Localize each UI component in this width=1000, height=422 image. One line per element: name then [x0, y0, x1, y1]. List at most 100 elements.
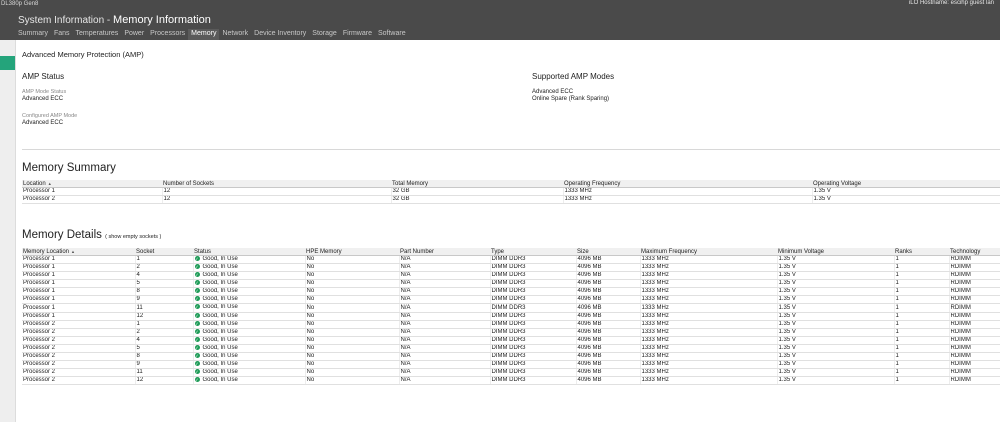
cell-value: Processor 2 — [23, 361, 56, 368]
table-cell: 1.35 V — [777, 376, 895, 386]
summary-column-header[interactable]: Location ▲ — [22, 180, 162, 188]
table-cell: Processor 1 — [22, 271, 136, 281]
table-cell: RDIMM — [949, 295, 1000, 305]
tab-network[interactable]: Network — [219, 29, 251, 40]
amp-mode-status-label: AMP Mode Status — [22, 89, 67, 95]
tab-firmware[interactable]: Firmware — [340, 29, 375, 40]
cell-value: 1333 MHz — [641, 377, 669, 384]
details-column-header[interactable]: Status — [193, 248, 305, 256]
show-empty-sockets-link[interactable]: ( show empty sockets ) — [105, 234, 161, 240]
table-cell: 1 — [894, 255, 950, 265]
cell-value: RDIMM — [950, 328, 971, 335]
table-cell: RDIMM — [949, 344, 1000, 353]
cell-value: DIMM DDR3 — [491, 377, 526, 384]
cell-value: N/A — [400, 312, 411, 319]
cell-value: 12 — [136, 377, 144, 384]
cell-value: No — [306, 369, 315, 376]
tab-device-inventory[interactable]: Device Inventory — [251, 29, 309, 40]
cell-value: 1333 MHz — [641, 344, 669, 351]
table-cell: 1333 MHz — [640, 352, 778, 362]
details-column-header[interactable]: HPE Memory — [305, 248, 399, 256]
table-row: Processor 2 4 ✓ Good, In Use No N/A DIMM DDR3 4… — [22, 336, 1000, 345]
cell-value: N/A — [400, 361, 411, 368]
tab-temperatures[interactable]: Temperatures — [73, 29, 122, 40]
cell-value: 8 — [136, 288, 140, 295]
table-cell: No — [305, 303, 400, 313]
table-cell: No — [305, 312, 400, 321]
summary-column-header[interactable]: Operating Frequency — [563, 180, 812, 188]
table-cell: Processor 2 — [22, 195, 163, 204]
cell-value: 4096 MB — [577, 361, 602, 368]
amp-section-title: Advanced Memory Protection (AMP) — [22, 50, 144, 59]
cell-value: Good, In Use — [202, 336, 238, 343]
table-cell: No — [305, 271, 400, 281]
tab-storage[interactable]: Storage — [309, 29, 340, 40]
table-cell: DIMM DDR3 — [490, 255, 577, 265]
cell-value: Processor 1 — [23, 256, 56, 263]
table-cell: DIMM DDR3 — [490, 303, 577, 313]
table-cell: Processor 2 — [22, 328, 136, 337]
cell-value: 1.35 V — [778, 280, 796, 287]
cell-value: 4096 MB — [577, 280, 602, 287]
tab-memory[interactable]: Memory — [188, 29, 220, 40]
cell-value: Good, In Use — [202, 304, 238, 311]
table-cell: 4096 MB — [576, 368, 641, 378]
table-cell: 12 — [135, 312, 194, 321]
table-cell: 1 — [894, 376, 950, 386]
details-column-header[interactable]: Size — [576, 248, 640, 256]
table-cell: 1333 MHz — [640, 271, 778, 281]
cell-value: DIMM DDR3 — [491, 312, 526, 319]
cell-value: Processor 2 — [23, 377, 56, 384]
tab-summary[interactable]: Summary — [15, 29, 51, 40]
table-cell: N/A — [399, 336, 491, 345]
tab-power[interactable]: Power — [121, 29, 147, 40]
details-column-header[interactable]: Ranks — [894, 248, 949, 256]
table-cell: 1 — [894, 328, 950, 337]
details-column-label: Type — [491, 248, 505, 255]
table-cell: No — [305, 344, 400, 353]
table-cell: 1333 MHz — [640, 336, 778, 345]
status-ok-icon: ✓ — [194, 312, 200, 318]
cell-value: 4096 MB — [577, 344, 602, 351]
cell-value: N/A — [400, 369, 411, 376]
table-cell: N/A — [399, 360, 491, 370]
cell-value: RDIMM — [950, 296, 971, 303]
sidebar-active-marker[interactable] — [0, 56, 15, 70]
cell-value: 1 — [895, 296, 899, 303]
details-column-header[interactable]: Memory Location ▲ — [22, 248, 135, 256]
details-column-header[interactable]: Maximum Frequency — [640, 248, 777, 256]
table-cell: Processor 1 — [22, 312, 136, 321]
table-cell: 1333 MHz — [640, 312, 778, 321]
tab-processors[interactable]: Processors — [147, 29, 188, 40]
summary-column-header[interactable]: Operating Voltage — [812, 180, 1000, 188]
cell-value: RDIMM — [950, 264, 971, 271]
cell-value: 5 — [136, 344, 140, 351]
tab-fans[interactable]: Fans — [51, 29, 73, 40]
details-column-header[interactable]: Part Number — [399, 248, 490, 256]
cell-value: Processor 2 — [23, 328, 56, 335]
details-column-header[interactable]: Socket — [135, 248, 193, 256]
table-cell: 1.35 V — [777, 312, 895, 321]
table-row: Processor 2 9 ✓ Good, In Use No N/A DIMM DDR3 4… — [22, 360, 1000, 370]
details-column-header[interactable]: Technology — [949, 248, 1000, 256]
cell-value: 4096 MB — [577, 320, 602, 327]
cell-value: No — [306, 304, 315, 311]
details-column-header[interactable]: Type — [490, 248, 576, 256]
table-cell: DIMM DDR3 — [490, 336, 577, 345]
sort-ascending-icon: ▲ — [71, 248, 75, 254]
summary-column-header[interactable]: Total Memory — [391, 180, 563, 188]
cell-value: 1 — [895, 344, 899, 351]
cell-value: No — [306, 344, 315, 351]
table-cell: 1.35 V — [777, 279, 895, 289]
status-ok-icon: ✓ — [194, 328, 200, 334]
cell-value: 11 — [136, 304, 143, 311]
details-column-header[interactable]: Minimum Voltage — [777, 248, 894, 256]
configured-amp-mode-value: Advanced ECC — [22, 120, 64, 126]
cell-value: No — [306, 280, 315, 287]
table-cell: 1 — [894, 279, 950, 289]
tab-software[interactable]: Software — [375, 29, 409, 40]
table-cell: 1.35 V — [777, 352, 895, 362]
summary-column-header[interactable]: Number of Sockets — [162, 180, 391, 188]
table-cell: No — [305, 328, 400, 337]
table-cell: Processor 1 — [22, 279, 136, 289]
